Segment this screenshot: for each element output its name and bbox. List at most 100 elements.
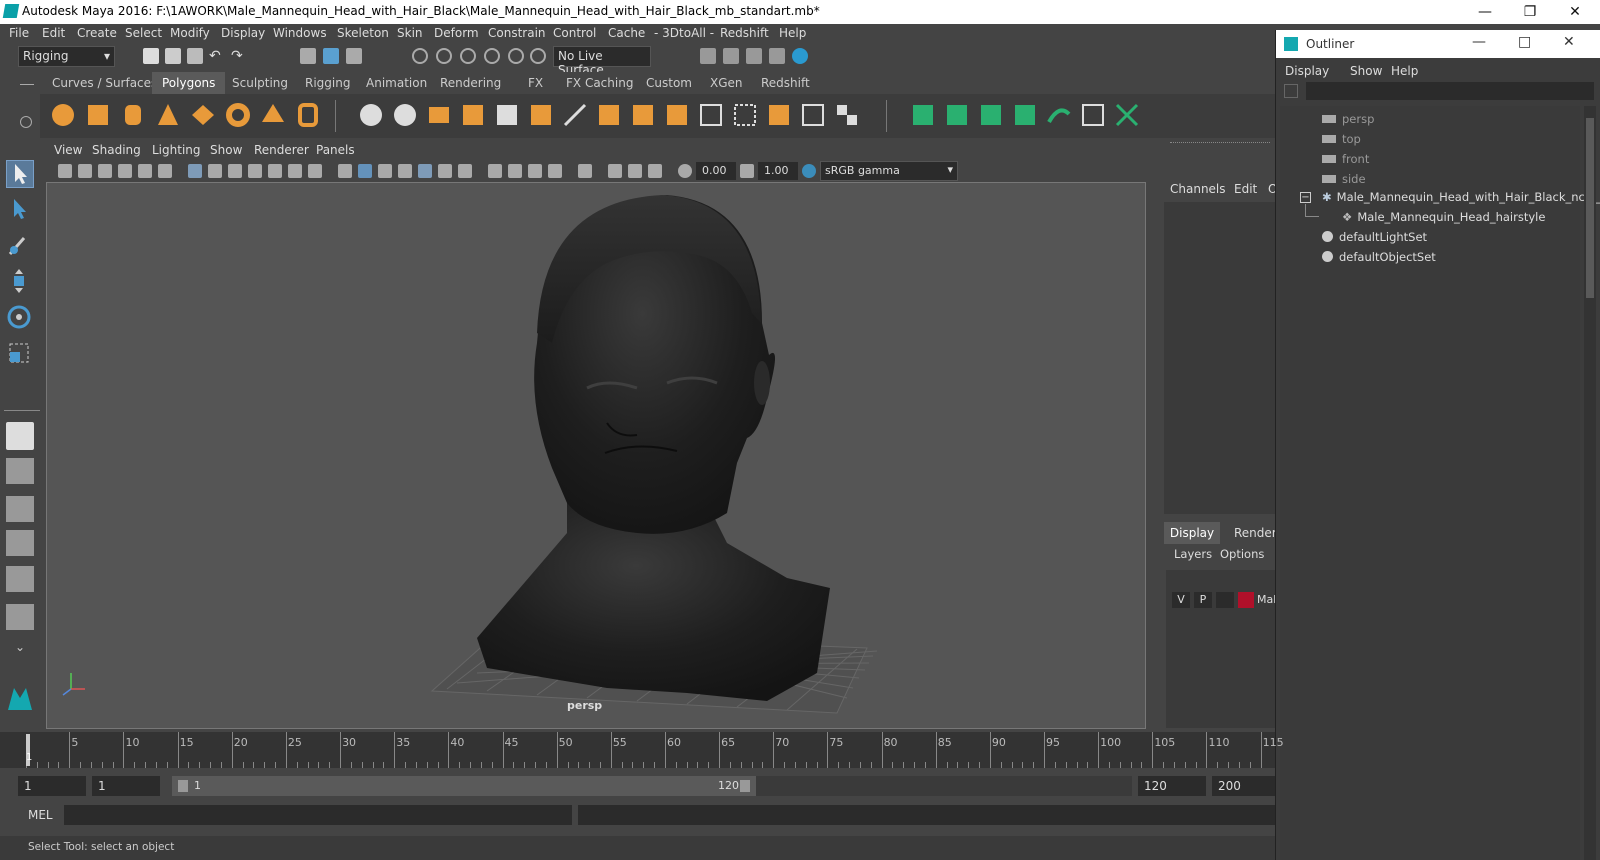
gamma-field[interactable]: 1.00 (758, 162, 798, 180)
snap-surface-icon[interactable] (508, 48, 524, 64)
layout-more-icon[interactable]: ⌄ (6, 640, 34, 668)
outliner-minimize-icon[interactable]: — (1472, 34, 1486, 50)
shelf-menu-icon[interactable] (20, 84, 34, 85)
field-chart-icon[interactable] (268, 164, 282, 178)
unfold-icon[interactable] (1046, 102, 1072, 128)
color-management-icon[interactable] (802, 164, 816, 178)
range-start-handle[interactable] (178, 780, 188, 792)
menu-display[interactable]: Display (221, 26, 265, 40)
channelbox-tab-channels[interactable]: Channels (1170, 182, 1226, 196)
select-component-icon[interactable] (346, 48, 362, 64)
poly-torus-icon[interactable] (225, 102, 251, 128)
viewport-menu-renderer[interactable]: Renderer (254, 143, 309, 157)
menu-modify[interactable]: Modify (170, 26, 210, 40)
four-view-layout-icon[interactable] (6, 458, 34, 484)
outliner-item-side[interactable]: side (1322, 172, 1366, 186)
menu-select[interactable]: Select (125, 26, 162, 40)
menu-help[interactable]: Help (779, 26, 806, 40)
mirror-icon[interactable] (426, 102, 452, 128)
minimize-icon[interactable]: — (1470, 2, 1500, 22)
layer-visibility-toggle[interactable]: V (1172, 592, 1190, 608)
menu-file[interactable]: File (9, 26, 29, 40)
channelbox-tab-object[interactable]: O (1268, 182, 1275, 196)
restore-icon[interactable]: ❐ (1515, 2, 1545, 22)
cylindrical-map-icon[interactable] (978, 102, 1004, 128)
wireframe-icon[interactable] (338, 164, 352, 178)
open-scene-icon[interactable] (165, 48, 181, 64)
tab-curves-surfaces[interactable]: Curves / Surfaces (52, 76, 157, 90)
poly-pipe-icon[interactable] (295, 102, 321, 128)
layer-color-swatch[interactable] (1238, 592, 1254, 608)
offset-edge-loop-icon[interactable] (732, 102, 758, 128)
outliner-item-default-light-set[interactable]: defaultLightSet (1322, 230, 1427, 244)
depth-of-field-icon[interactable] (548, 164, 562, 178)
layer-type-toggle[interactable] (1216, 592, 1234, 608)
shadows-icon[interactable] (458, 164, 472, 178)
tab-rigging[interactable]: Rigging (305, 76, 350, 90)
separate-icon[interactable] (392, 102, 418, 128)
smooth-icon[interactable] (460, 102, 486, 128)
time-slider[interactable]: 5 10 15 20 25 30 35 40 45 50 55 60 65 70 75 80 85 90 95 100… (0, 732, 1284, 768)
film-gate-icon[interactable] (208, 164, 222, 178)
menu-control[interactable]: Control (553, 26, 596, 40)
xray-icon[interactable] (608, 164, 622, 178)
tab-rendering[interactable]: Rendering (440, 76, 501, 90)
grid-toggle-icon[interactable] (188, 164, 202, 178)
menu-constrain[interactable]: Constrain (488, 26, 546, 40)
close-icon[interactable]: ✕ (1560, 2, 1590, 22)
outliner-search-input[interactable] (1306, 82, 1594, 100)
outliner-layout-icon[interactable] (6, 496, 34, 522)
uv-layout-icon[interactable] (6, 604, 34, 630)
rotate-tool-icon[interactable] (6, 304, 34, 332)
bookmark-icon[interactable] (98, 164, 112, 178)
outliner-close-icon[interactable]: ✕ (1563, 34, 1575, 50)
automatic-map-icon[interactable] (1012, 102, 1038, 128)
hypershade-icon[interactable] (792, 48, 808, 64)
outliner-menu-help[interactable]: Help (1391, 64, 1418, 78)
playback-end-field[interactable]: 120 (1138, 776, 1206, 796)
render-frame-icon[interactable] (723, 48, 739, 64)
tab-polygons[interactable]: Polygons (152, 72, 226, 94)
wireframe-on-shaded-icon[interactable] (398, 164, 412, 178)
bevel-icon[interactable] (596, 102, 622, 128)
snap-point-icon[interactable] (460, 48, 476, 64)
poly-cylinder-icon[interactable] (120, 102, 146, 128)
tab-xgen[interactable]: XGen (710, 76, 743, 90)
menu-3dtoall[interactable]: - 3DtoAll - (654, 26, 714, 40)
snap-view-icon[interactable] (484, 48, 500, 64)
poly-sphere-icon[interactable] (50, 102, 76, 128)
viewport-menu-shading[interactable]: Shading (92, 143, 141, 157)
camera-attributes-icon[interactable] (78, 164, 92, 178)
cut-uv-icon[interactable] (1114, 102, 1140, 128)
render-settings-icon[interactable] (769, 48, 785, 64)
collapse-icon[interactable]: − (1300, 192, 1311, 203)
tab-fx-caching[interactable]: FX Caching (566, 76, 633, 90)
safe-action-icon[interactable] (288, 164, 302, 178)
grease-pencil-icon[interactable] (158, 164, 172, 178)
graph-layout-icon[interactable] (6, 530, 34, 556)
append-icon[interactable] (630, 102, 656, 128)
select-object-icon[interactable] (323, 48, 339, 64)
camera-select-icon[interactable] (58, 164, 72, 178)
menu-redshift[interactable]: Redshift (720, 26, 769, 40)
outliner-item-persp[interactable]: persp (1322, 112, 1374, 126)
xray-joints-icon[interactable] (628, 164, 642, 178)
layer-tab-render[interactable]: Render (1234, 526, 1277, 540)
outliner-item-default-object-set[interactable]: defaultObjectSet (1322, 250, 1436, 264)
poly-cube-icon[interactable] (85, 102, 111, 128)
extrude-icon[interactable] (494, 102, 520, 128)
channelbox-tab-edit[interactable]: Edit (1234, 182, 1257, 196)
new-scene-icon[interactable] (143, 48, 159, 64)
screen-space-ao-icon[interactable] (488, 164, 502, 178)
resolution-gate-icon[interactable] (228, 164, 242, 178)
uv-editor-icon[interactable] (910, 102, 936, 128)
panel-grip[interactable] (1170, 142, 1270, 146)
planar-map-icon[interactable] (944, 102, 970, 128)
select-hierarchy-icon[interactable] (300, 48, 316, 64)
outliner-menu-show[interactable]: Show (1350, 64, 1382, 78)
outliner-item-hairstyle[interactable]: ❖ Male_Mannequin_Head_hairstyle (1342, 210, 1545, 224)
select-tool-icon[interactable] (6, 160, 34, 188)
fill-hole-icon[interactable] (664, 102, 690, 128)
insert-edge-loop-icon[interactable] (698, 102, 724, 128)
single-view-layout-icon[interactable] (6, 422, 34, 450)
